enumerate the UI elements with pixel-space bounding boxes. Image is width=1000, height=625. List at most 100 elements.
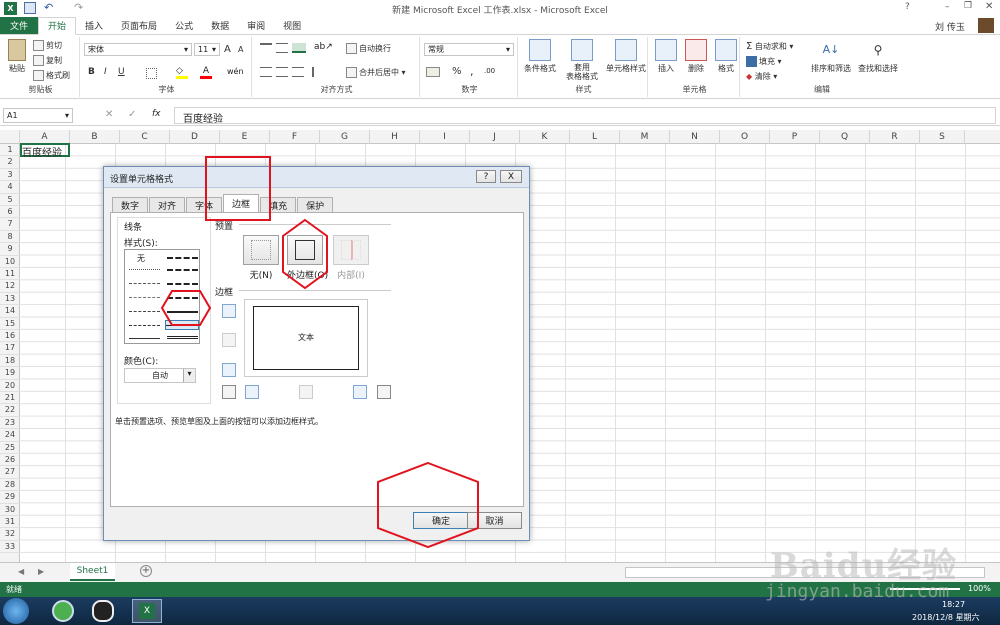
tab-home[interactable]: 开始 bbox=[38, 16, 77, 35]
column-header[interactable]: P bbox=[770, 130, 820, 144]
column-header[interactable]: S bbox=[920, 130, 965, 144]
column-header[interactable]: O bbox=[720, 130, 770, 144]
border-inside-vertical-button[interactable] bbox=[299, 385, 313, 399]
row-header[interactable]: 16 bbox=[0, 330, 20, 343]
number-format-combo[interactable]: 常规 ▾ bbox=[424, 43, 514, 56]
dialog-tab-fill[interactable]: 填充 bbox=[260, 197, 297, 213]
tab-review[interactable]: 审阅 bbox=[238, 17, 274, 34]
dialog-tab-number[interactable]: 数字 bbox=[112, 197, 149, 213]
row-header[interactable]: 18 bbox=[0, 355, 20, 368]
border-top-button[interactable] bbox=[222, 304, 236, 318]
dialog-close-button[interactable]: X bbox=[500, 170, 522, 183]
column-header[interactable]: C bbox=[120, 130, 170, 144]
tab-view[interactable]: 视图 bbox=[274, 17, 310, 34]
tab-page-layout[interactable]: 页面布局 bbox=[112, 17, 166, 34]
font-name-combo[interactable]: 宋体 ▾ bbox=[84, 43, 192, 56]
underline-button[interactable]: U bbox=[118, 67, 125, 77]
border-diagonal-up-button[interactable] bbox=[222, 385, 236, 399]
merge-center-button[interactable]: 合并后居中 ▾ bbox=[346, 67, 406, 78]
row-header[interactable]: 5 bbox=[0, 194, 20, 206]
tab-file[interactable]: 文件 bbox=[0, 17, 39, 34]
line-style-double[interactable] bbox=[167, 336, 198, 339]
column-header[interactable]: R bbox=[870, 130, 920, 144]
align-center-icon[interactable] bbox=[276, 67, 288, 77]
format-cells-button[interactable]: 格式 bbox=[712, 39, 740, 74]
italic-button[interactable]: I bbox=[104, 67, 107, 77]
dialog-tab-protection[interactable]: 保护 bbox=[297, 197, 334, 213]
row-header[interactable]: 8 bbox=[0, 231, 20, 244]
row-header[interactable]: 30 bbox=[0, 504, 20, 516]
preset-none[interactable]: 无(N) bbox=[243, 235, 279, 281]
row-header[interactable]: 12 bbox=[0, 280, 20, 293]
column-header[interactable]: N bbox=[670, 130, 720, 144]
row-header[interactable]: 10 bbox=[0, 256, 20, 268]
preset-inside[interactable]: 内部(I) bbox=[333, 235, 369, 281]
row-header[interactable]: 2 bbox=[0, 156, 20, 169]
line-color-combo[interactable]: 自动 ▾ bbox=[124, 368, 196, 383]
row-header[interactable]: 22 bbox=[0, 404, 20, 417]
bold-button[interactable]: B bbox=[88, 67, 95, 77]
row-header[interactable]: 4 bbox=[0, 181, 20, 194]
dialog-help-button[interactable]: ? bbox=[476, 170, 496, 183]
excel-taskbar-icon[interactable]: X bbox=[132, 599, 162, 623]
wrap-text-button[interactable]: 自动换行 bbox=[346, 43, 391, 54]
preset-outline[interactable]: 外边框(O) bbox=[287, 235, 328, 281]
tab-insert[interactable]: 插入 bbox=[76, 17, 112, 34]
line-style-dash[interactable] bbox=[129, 325, 160, 326]
paste-button[interactable]: 粘贴 bbox=[6, 39, 28, 74]
restore-button[interactable]: ❐ bbox=[964, 1, 972, 11]
column-header[interactable]: I bbox=[420, 130, 470, 144]
decimal-icon[interactable]: .00 bbox=[484, 67, 495, 75]
row-header[interactable]: 29 bbox=[0, 491, 20, 504]
fill-color-icon[interactable]: ◇ bbox=[176, 67, 188, 79]
line-style-dash-small[interactable] bbox=[129, 297, 160, 298]
name-box[interactable]: A1 ▾ bbox=[3, 108, 73, 123]
line-style-list[interactable]: 无 bbox=[124, 249, 200, 344]
line-style-dashdot-heavy[interactable] bbox=[167, 257, 198, 259]
font-color-icon[interactable]: A bbox=[200, 66, 212, 79]
ok-button[interactable]: 确定 bbox=[413, 512, 469, 529]
align-top-icon[interactable] bbox=[260, 43, 272, 53]
align-middle-icon[interactable] bbox=[276, 43, 288, 53]
find-select-button[interactable]: ⚲ 查找和选择 bbox=[856, 39, 900, 74]
border-inside-horizontal-button[interactable] bbox=[222, 333, 236, 347]
border-bottom-button[interactable] bbox=[222, 363, 236, 377]
row-header[interactable]: 9 bbox=[0, 243, 20, 256]
grow-font-button[interactable]: A bbox=[224, 44, 231, 55]
scroll-right-icon[interactable]: ▶ bbox=[38, 567, 44, 576]
row-header[interactable]: 25 bbox=[0, 442, 20, 454]
clear-button[interactable]: ◆ 清除 ▾ bbox=[746, 71, 777, 82]
indent-icon[interactable] bbox=[312, 67, 324, 77]
format-as-table-button[interactable]: 套用 表格格式 bbox=[562, 39, 602, 81]
row-header[interactable]: 13 bbox=[0, 293, 20, 306]
row-header[interactable]: 14 bbox=[0, 305, 20, 318]
insert-function-button[interactable]: fx bbox=[152, 109, 161, 119]
row-header[interactable]: 28 bbox=[0, 479, 20, 492]
confirm-entry-icon[interactable]: ✓ bbox=[128, 109, 136, 120]
cut-button[interactable]: 剪切 bbox=[33, 40, 62, 51]
row-header[interactable]: 26 bbox=[0, 454, 20, 467]
line-style-selected-thin[interactable] bbox=[165, 320, 199, 330]
font-size-combo[interactable]: 11 ▾ bbox=[194, 43, 220, 56]
line-style-dashdot-small[interactable] bbox=[129, 283, 160, 284]
align-bottom-icon[interactable] bbox=[292, 43, 306, 53]
minimize-button[interactable]: – bbox=[945, 2, 950, 12]
cell-styles-button[interactable]: 单元格样式 bbox=[604, 39, 648, 74]
dialog-tab-font[interactable]: 字体 bbox=[186, 197, 223, 213]
copy-button[interactable]: 复制 bbox=[33, 55, 62, 66]
start-button[interactable] bbox=[3, 598, 29, 624]
autosum-button[interactable]: Σ 自动求和 ▾ bbox=[746, 41, 793, 52]
row-header[interactable]: 31 bbox=[0, 516, 20, 529]
row-header[interactable]: 32 bbox=[0, 528, 20, 541]
row-header[interactable]: 27 bbox=[0, 466, 20, 479]
column-header[interactable]: G bbox=[320, 130, 370, 144]
user-name[interactable]: 刘 传玉 bbox=[935, 20, 965, 33]
scroll-left-icon[interactable]: ◀ bbox=[18, 567, 24, 576]
dialog-tab-border[interactable]: 边框 bbox=[223, 194, 260, 212]
row-header[interactable]: 1 bbox=[0, 144, 20, 157]
column-header[interactable]: M bbox=[620, 130, 670, 144]
line-style-none[interactable]: 无 bbox=[137, 253, 145, 264]
row-header[interactable]: 24 bbox=[0, 429, 20, 442]
border-preview[interactable]: 文本 bbox=[244, 299, 368, 377]
align-right-icon[interactable] bbox=[292, 67, 304, 77]
